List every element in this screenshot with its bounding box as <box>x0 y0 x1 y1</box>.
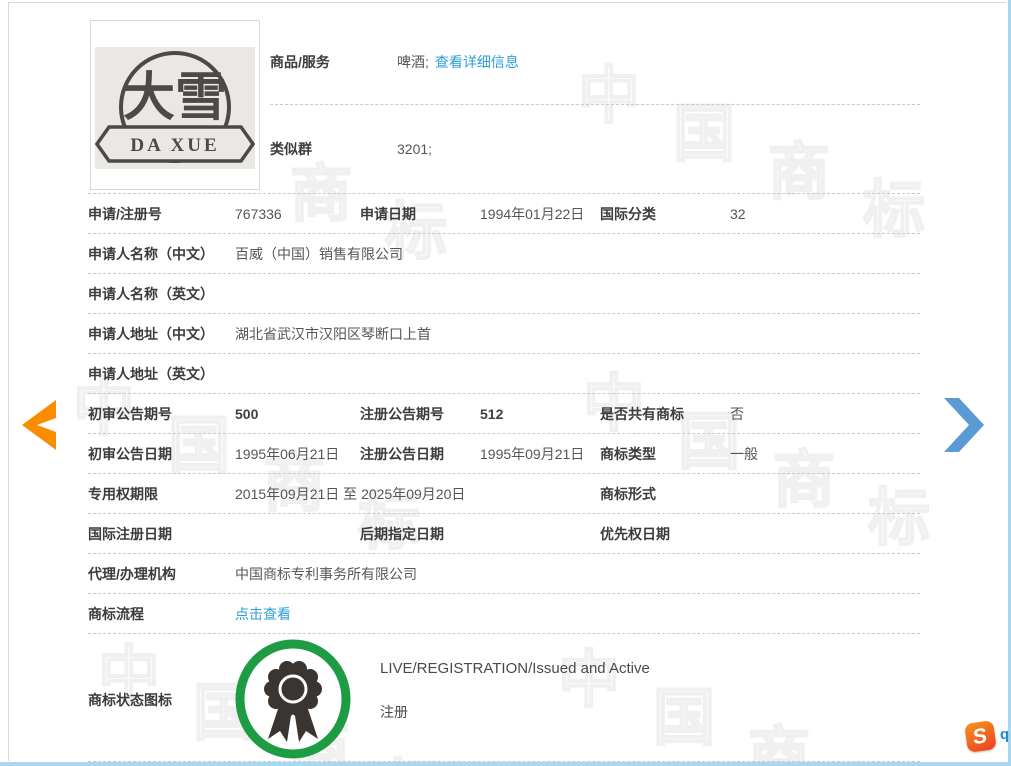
table-row: 申请/注册号 767336 申请日期 1994年01月22日 国际分类 32 <box>88 194 920 234</box>
field-label: 后期指定日期 <box>360 524 480 544</box>
field-value: 啤酒; <box>397 52 429 72</box>
field-value: 3201; <box>397 141 432 157</box>
table-row: 专用权期限 2015年09月21日 至 2025年09月20日 商标形式 <box>88 474 920 514</box>
trademark-stamp-graphic: 大雪 DA XUE <box>95 47 255 169</box>
field-label: 专用权期限 <box>88 484 235 504</box>
sogou-logo[interactable]: S <box>964 720 997 753</box>
field-label: 代理/办理机构 <box>88 564 235 584</box>
page-border-bottom <box>0 762 1011 766</box>
trademark-cjk-text: 大雪 <box>123 69 227 127</box>
field-label: 商标类型 <box>600 444 730 464</box>
field-value: 一般 <box>730 444 920 464</box>
field-label: 国际注册日期 <box>88 524 235 544</box>
goods-services-row: 商品/服务 啤酒; 查看详细信息 <box>270 20 920 105</box>
table-row: 申请人地址（英文） <box>88 354 920 394</box>
status-text-en: LIVE/REGISTRATION/Issued and Active <box>380 660 650 677</box>
sogou-text-fragment: q <box>1000 726 1009 743</box>
right-arrow-icon <box>944 398 984 452</box>
page-border-top <box>8 2 1006 3</box>
field-label: 申请人地址（英文） <box>88 364 235 384</box>
field-value: 512 <box>480 406 600 422</box>
field-value: 32 <box>730 206 920 222</box>
field-label: 商标流程 <box>88 604 235 624</box>
table-row: 初审公告日期 1995年06月21日 注册公告日期 1995年09月21日 商标… <box>88 434 920 474</box>
field-label: 申请人名称（中文） <box>88 244 235 264</box>
field-value: 1994年01月22日 <box>480 204 600 224</box>
field-value: 中国商标专利事务所有限公司 <box>235 564 920 584</box>
field-label: 注册公告期号 <box>360 404 480 424</box>
sogou-letter: S <box>973 725 988 748</box>
table-row: 国际注册日期 后期指定日期 优先权日期 <box>88 514 920 554</box>
status-text-cn: 注册 <box>380 702 408 722</box>
trademark-process-link[interactable]: 点击查看 <box>235 604 291 624</box>
field-value: 767336 <box>235 206 360 222</box>
field-label: 商品/服务 <box>270 52 397 72</box>
detail-table: 申请/注册号 767336 申请日期 1994年01月22日 国际分类 32 申… <box>88 193 920 762</box>
field-label: 申请人地址（中文） <box>88 324 235 344</box>
field-value: 500 <box>235 406 360 422</box>
field-value: 湖北省武汉市汉阳区琴断口上首 <box>235 324 920 344</box>
table-row: 代理/办理机构 中国商标专利事务所有限公司 <box>88 554 920 594</box>
page-border-left <box>8 2 9 761</box>
field-label: 类似群 <box>270 139 397 159</box>
field-label: 初审公告日期 <box>88 444 235 464</box>
similar-group-row: 类似群 3201; <box>270 105 920 193</box>
table-row: 申请人地址（中文） 湖北省武汉市汉阳区琴断口上首 <box>88 314 920 354</box>
prev-arrow-button[interactable] <box>22 400 56 450</box>
trademark-image: 大雪 DA XUE <box>90 20 260 190</box>
field-label: 申请人名称（英文） <box>88 284 235 304</box>
field-label: 初审公告期号 <box>88 404 235 424</box>
header-fields: 商品/服务 啤酒; 查看详细信息 类似群 3201; <box>270 20 920 193</box>
field-value: 百威（中国）销售有限公司 <box>235 244 920 264</box>
table-row: 申请人名称（英文） <box>88 274 920 314</box>
registration-status-icon <box>235 639 351 764</box>
field-label: 申请日期 <box>360 204 480 224</box>
field-label: 申请/注册号 <box>88 204 235 224</box>
field-value: 否 <box>730 404 920 424</box>
field-label: 国际分类 <box>600 204 730 224</box>
field-value: 1995年06月21日 <box>235 444 360 464</box>
left-arrow-icon <box>22 400 56 450</box>
table-row: 商标流程 点击查看 <box>88 594 920 634</box>
field-label: 是否共有商标 <box>600 404 730 424</box>
trademark-latin-text: DA XUE <box>130 135 219 156</box>
table-row: 初审公告期号 500 注册公告期号 512 是否共有商标 否 <box>88 394 920 434</box>
field-value: 1995年09月21日 <box>480 444 600 464</box>
field-label: 商标形式 <box>600 484 730 504</box>
field-label: 商标状态图标 <box>88 690 172 710</box>
view-details-link[interactable]: 查看详细信息 <box>435 52 519 72</box>
next-arrow-button[interactable] <box>944 398 984 452</box>
field-label: 注册公告日期 <box>360 444 480 464</box>
field-value: 2015年09月21日 至 2025年09月20日 <box>235 484 600 504</box>
trademark-status-row: 商标状态图标 <box>88 634 920 762</box>
trademark-detail-page: 中 国 商 标 中 国 商 标 中 国 商 标 中 国 商 标 中 国 商 标 … <box>0 0 1011 766</box>
table-row: 申请人名称（中文） 百威（中国）销售有限公司 <box>88 234 920 274</box>
field-label: 优先权日期 <box>600 524 730 544</box>
